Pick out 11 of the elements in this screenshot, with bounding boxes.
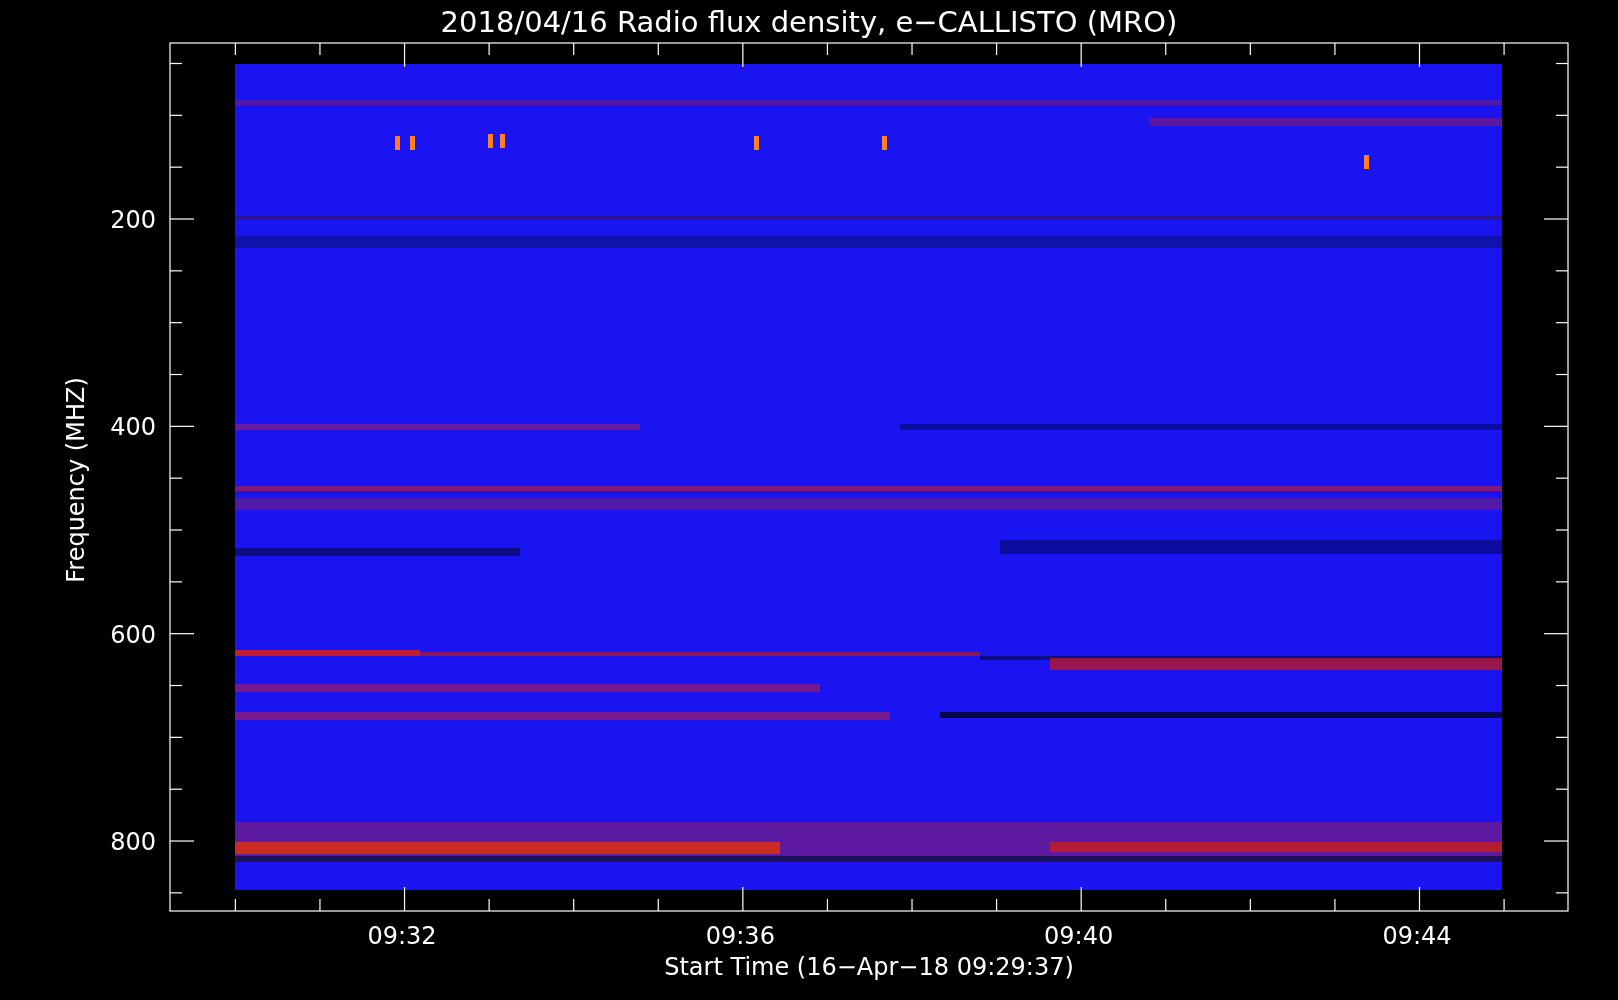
y-tick-label: 800 (110, 828, 156, 856)
y-tick-label: 200 (110, 206, 156, 234)
y-axis-label: Frequency (MHZ) (62, 377, 90, 583)
x-tick-label: 09:36 (705, 922, 775, 950)
plot-title: 2018/04/16 Radio flux density, e−CALLISTO (MRO) (440, 5, 1178, 39)
x-tick-label: 09:40 (1044, 922, 1114, 950)
y-tick-label: 400 (110, 413, 156, 442)
y-tick-label: 600 (110, 620, 156, 649)
x-tick-label: 09:32 (367, 922, 437, 950)
x-tick-label: 09:44 (1382, 922, 1452, 950)
x-axis-label: Start Time (16−Apr−18 09:29:37) (664, 953, 1074, 981)
